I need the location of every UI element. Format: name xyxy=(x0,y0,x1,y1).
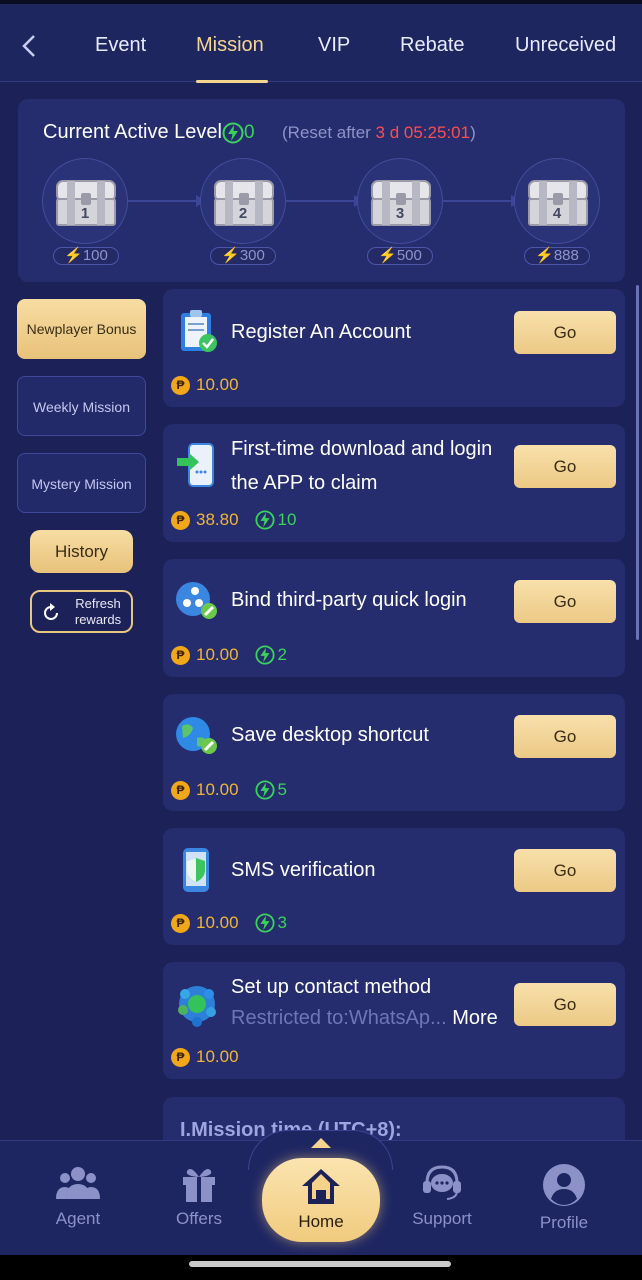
mission-card: Save desktop shortcut Go ₱ 10.00 5 xyxy=(163,694,625,811)
progress-connector xyxy=(128,200,198,202)
scrollbar[interactable] xyxy=(636,285,639,640)
mission-reward: ₱ 10.00 xyxy=(171,375,239,395)
social-link-icon xyxy=(176,582,217,619)
sidebar-item-mystery-mission[interactable]: Mystery Mission xyxy=(17,453,146,513)
nav-agent[interactable]: Agent xyxy=(33,1163,123,1229)
go-button[interactable]: Go xyxy=(514,849,616,892)
energy-icon xyxy=(255,913,275,933)
coin-icon: ₱ xyxy=(171,913,190,933)
treasure-chest-icon xyxy=(371,180,431,226)
mission-reward: ₱ 10.00 5 xyxy=(171,780,287,800)
mission-card: First-time download and login the APP to… xyxy=(163,424,625,542)
mission-title: SMS verification xyxy=(231,859,376,881)
globe-link-icon xyxy=(176,717,217,754)
energy-icon xyxy=(255,645,275,665)
active-level-value: 0 xyxy=(243,122,255,143)
chest-level-3[interactable]: 3 xyxy=(357,158,443,244)
phone-shield-icon xyxy=(183,848,209,892)
more-link[interactable]: More xyxy=(452,1007,498,1029)
go-button[interactable]: Go xyxy=(514,715,616,758)
system-gesture-bar xyxy=(0,1255,642,1280)
tab-mission[interactable]: Mission xyxy=(196,34,264,57)
progress-connector xyxy=(443,200,513,202)
go-button[interactable]: Go xyxy=(514,445,616,488)
mission-card: Set up contact method Restricted to:What… xyxy=(163,962,625,1079)
mission-title: Register An Account xyxy=(231,321,412,343)
gift-icon xyxy=(183,1169,215,1202)
mission-title: Bind third-party quick login xyxy=(231,589,467,611)
go-button[interactable]: Go xyxy=(514,311,616,354)
home-icon xyxy=(302,1169,340,1204)
mission-card: SMS verification Go ₱ 10.00 3 xyxy=(163,828,625,945)
active-level-title: Current Active Level 0 xyxy=(43,121,255,144)
coin-icon: ₱ xyxy=(171,510,190,530)
energy-icon xyxy=(255,510,275,530)
go-button[interactable]: Go xyxy=(514,580,616,623)
mission-title: Save desktop shortcut xyxy=(231,724,429,746)
refresh-icon xyxy=(44,603,58,620)
nav-home[interactable]: Home xyxy=(262,1158,380,1242)
coin-icon: ₱ xyxy=(171,645,190,665)
mission-title: Set up contact method xyxy=(231,976,432,998)
mission-reward: ₱ 38.80 10 xyxy=(171,510,296,530)
mission-card: Bind third-party quick login Go ₱ 10.00 2 xyxy=(163,559,625,677)
mission-title: First-time download and login the APP to… xyxy=(231,438,493,494)
history-button[interactable]: History xyxy=(30,530,133,573)
nav-offers[interactable]: Offers xyxy=(154,1163,244,1229)
reset-countdown: (Reset after 3 d 05:25:01) xyxy=(282,123,476,142)
headset-icon xyxy=(423,1165,461,1200)
sidebar-item-newplayer-bonus[interactable]: Newplayer Bonus xyxy=(17,299,146,359)
clipboard-check-icon xyxy=(181,310,217,352)
chest-level-1[interactable]: 1 xyxy=(42,158,128,244)
chest-energy-requirement: ⚡100 xyxy=(53,247,119,265)
phone-download-icon xyxy=(177,443,214,487)
mission-reward: ₱ 10.00 2 xyxy=(171,645,287,665)
coin-icon: ₱ xyxy=(171,1047,190,1067)
progress-connector xyxy=(286,200,356,202)
coin-icon: ₱ xyxy=(171,375,190,395)
nav-support[interactable]: Support xyxy=(397,1163,487,1229)
contact-apps-icon xyxy=(178,986,216,1027)
energy-icon xyxy=(255,780,275,800)
nav-profile[interactable]: Profile xyxy=(519,1163,609,1233)
chest-energy-requirement: ⚡300 xyxy=(210,247,276,265)
tab-unreceived[interactable]: Unreceived xyxy=(515,34,616,57)
active-level-card: Current Active Level 0 (Reset after 3 d 0… xyxy=(18,99,625,282)
tab-vip[interactable]: VIP xyxy=(318,34,350,57)
sidebar-item-weekly-mission[interactable]: Weekly Mission xyxy=(17,376,146,436)
profile-icon xyxy=(543,1164,585,1206)
treasure-chest-icon xyxy=(214,180,274,226)
mission-subtitle: Restricted to:WhatsAp... More xyxy=(231,1007,498,1029)
coin-icon: ₱ xyxy=(171,780,190,800)
go-button[interactable]: Go xyxy=(514,983,616,1026)
gesture-handle[interactable] xyxy=(189,1261,451,1267)
agent-icon xyxy=(56,1167,100,1199)
mission-reward: ₱ 10.00 3 xyxy=(171,913,287,933)
tab-event[interactable]: Event xyxy=(95,34,146,57)
mission-card: Register An Account Go ₱ 10.00 xyxy=(163,289,625,407)
tab-rebate[interactable]: Rebate xyxy=(400,34,465,57)
refresh-rewards-button[interactable]: Refresh rewards xyxy=(30,590,133,633)
mission-reward: ₱ 10.00 xyxy=(171,1047,239,1067)
chest-level-4[interactable]: 4 xyxy=(514,158,600,244)
treasure-chest-icon xyxy=(528,180,588,226)
top-tab-bar: Event Mission VIP Rebate Unreceived xyxy=(0,0,642,83)
caret-up-icon xyxy=(311,1138,331,1148)
chest-energy-requirement: ⚡888 xyxy=(524,247,590,265)
back-arrow-icon[interactable] xyxy=(16,30,44,62)
treasure-chest-icon xyxy=(56,180,116,226)
chest-energy-requirement: ⚡500 xyxy=(367,247,433,265)
chest-level-2[interactable]: 2 xyxy=(200,158,286,244)
active-tab-indicator xyxy=(196,80,268,83)
energy-icon xyxy=(222,122,244,144)
